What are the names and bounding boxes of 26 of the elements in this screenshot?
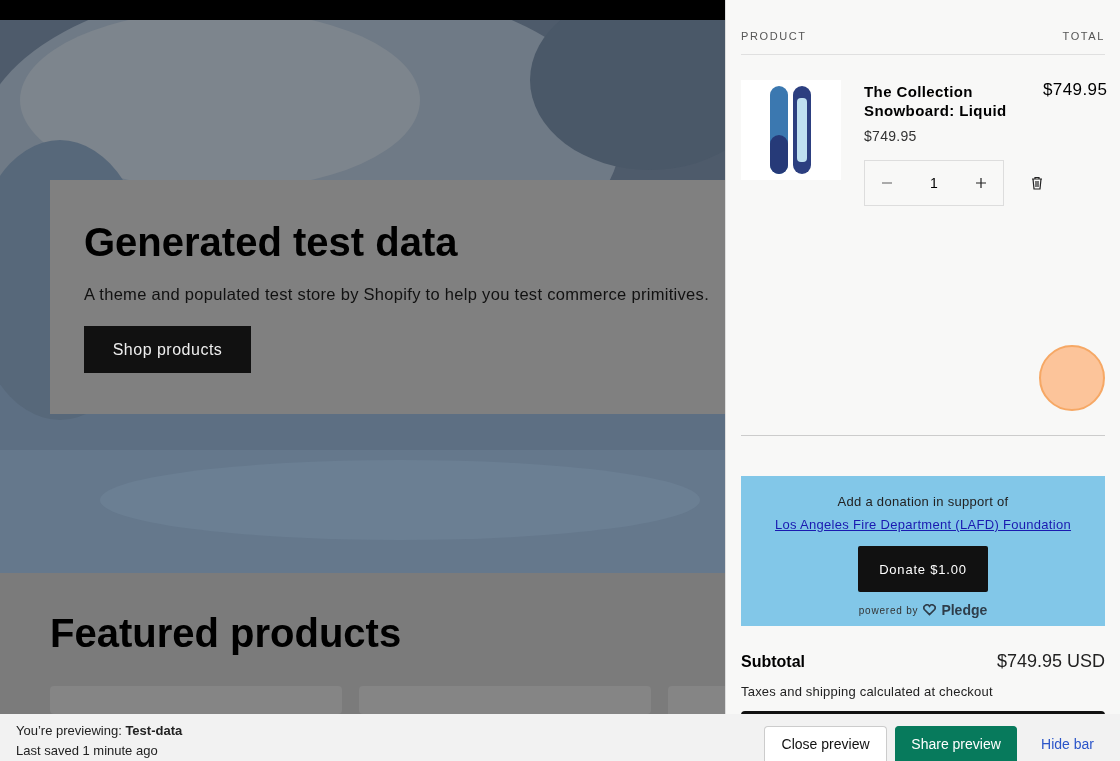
plus-icon[interactable] <box>975 177 987 189</box>
hide-bar-link[interactable]: Hide bar <box>1025 726 1110 761</box>
brand-name: Pledge <box>941 602 988 618</box>
hero-text: A theme and populated test store by Shopify to help you test commerce primitives. <box>84 285 711 304</box>
last-saved-text: Last saved 1 minute ago <box>16 742 159 760</box>
preview-button[interactable]: Close preview <box>764 726 888 761</box>
column-header: PRODUCT <box>741 30 807 42</box>
subtotal-value: $749.95 USD <box>996 651 1105 672</box>
unit-price: $749.95 <box>864 128 918 144</box>
tax-note: Taxes and shipping calculated at checkout <box>741 684 994 699</box>
preview-status: You’re previewing: Test-data <box>16 722 183 740</box>
quantity-field[interactable]: 1 <box>864 160 1004 206</box>
hero-title: Generated test data <box>84 220 459 265</box>
product-name[interactable]: The Collection Snowboard: Liquid <box>864 82 1043 120</box>
powered-by-text: powered by <box>858 604 919 616</box>
donate-button[interactable]: Donate $1.00 <box>858 546 988 592</box>
shop-products-button[interactable]: Shop products <box>84 326 251 373</box>
subtotal-label: Subtotal <box>741 653 805 671</box>
heart-icon <box>923 604 937 616</box>
donation-text: Add a donation in support of Los Angeles Fire Department (LAFD) Foundation <box>774 493 1072 534</box>
charity-link[interactable]: Los Angeles Fire Department (LAFD) Foundation <box>775 517 1071 532</box>
section-heading: Featured products <box>50 611 403 656</box>
preview-button[interactable]: Share preview <box>895 726 1018 761</box>
trash-icon[interactable] <box>1031 176 1043 190</box>
column-header: TOTAL <box>1062 30 1105 42</box>
line-total: $749.95 <box>1043 80 1108 101</box>
